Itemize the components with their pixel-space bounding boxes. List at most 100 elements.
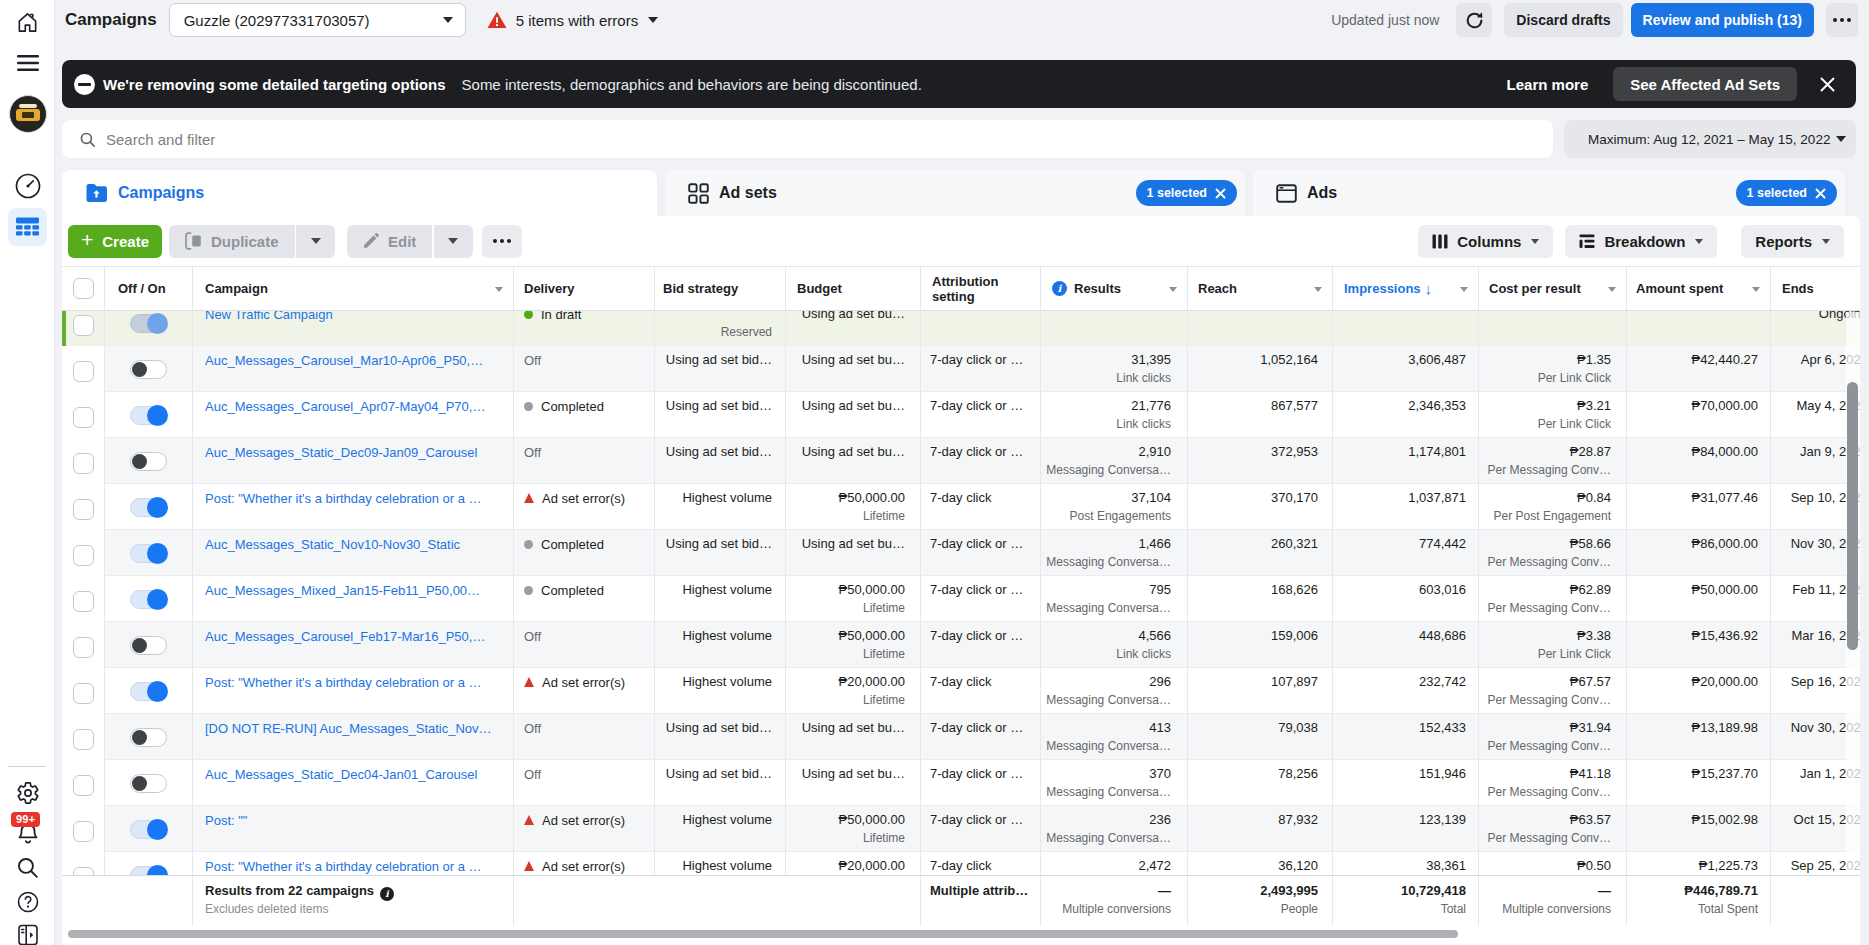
search-input[interactable] [106,131,1539,148]
info-icon[interactable]: i [1052,281,1067,296]
sort-caret-icon[interactable] [1752,287,1760,292]
campaign-toggle[interactable] [130,728,167,747]
campaigns-nav-icon[interactable] [0,213,55,240]
columns-button[interactable]: Columns [1418,225,1553,258]
campaign-link[interactable]: Post: "Whether it's a birthday celebrati… [205,490,482,508]
campaign-toggle[interactable] [130,360,167,379]
row-checkbox[interactable] [73,315,94,336]
account-selector[interactable]: Guzzle (202977331703057) [169,3,466,37]
see-affected-adsets-button[interactable]: See Affected Ad Sets [1613,67,1797,101]
reports-button[interactable]: Reports [1741,225,1844,258]
search-filter-box[interactable] [62,120,1553,158]
campaign-link[interactable]: Post: "" [205,812,247,830]
row-checkbox[interactable] [73,683,94,704]
info-icon[interactable]: i [380,887,394,901]
vertical-scrollbar-thumb[interactable] [1847,382,1858,650]
sort-caret-icon[interactable] [1460,287,1468,292]
column-header-results[interactable]: i Results [1041,267,1188,310]
ads-manager-icon[interactable] [0,172,55,200]
menu-icon[interactable] [0,52,55,74]
column-header-amount-spent[interactable]: Amount spent [1627,267,1771,310]
sort-caret-icon[interactable] [1608,287,1616,292]
clear-selection-icon[interactable] [1815,188,1826,199]
settings-gear-icon[interactable] [0,781,55,805]
tab-adsets[interactable]: Ad sets 1 selected [665,170,1245,216]
duplicate-button[interactable]: Duplicate [169,225,295,258]
sort-caret-icon[interactable] [1169,287,1177,292]
row-checkbox[interactable] [73,407,94,428]
campaign-link[interactable]: [DO NOT RE-RUN] Auc_Messages_Static_Nov… [205,720,492,738]
row-checkbox[interactable] [73,361,94,382]
campaign-toggle[interactable] [130,820,167,839]
column-header-impressions[interactable]: Impressions↓ [1333,267,1479,310]
campaign-toggle[interactable] [130,498,167,517]
row-checkbox[interactable] [73,591,94,612]
column-header-cost-per-result[interactable]: Cost per result [1479,267,1627,310]
help-icon[interactable] [0,890,55,914]
tab-campaigns[interactable]: Campaigns [62,170,657,216]
campaign-link[interactable]: Auc_Messages_Carousel_Apr07-May04_P70,… [205,398,485,416]
row-checkbox[interactable] [73,867,94,875]
column-header-off-on[interactable]: Off / On [105,267,193,310]
row-checkbox[interactable] [73,499,94,520]
adsets-selected-pill[interactable]: 1 selected [1136,180,1237,206]
campaign-toggle[interactable] [130,866,167,876]
row-checkbox[interactable] [73,821,94,842]
campaign-link[interactable]: New Traffic Campaign [205,311,333,324]
home-icon[interactable] [0,11,55,34]
duplicate-dropdown-button[interactable] [296,225,335,258]
campaign-toggle[interactable] [130,636,167,655]
campaign-link[interactable]: Auc_Messages_Static_Nov10-Nov30_Static [205,536,460,554]
row-checkbox[interactable] [73,775,94,796]
campaign-link[interactable]: Auc_Messages_Mixed_Jan15-Feb11_P50,00… [205,582,480,600]
sort-caret-icon[interactable] [495,287,503,292]
sidebar-search-icon[interactable] [0,855,55,880]
campaign-toggle[interactable] [130,406,167,425]
column-header-campaign[interactable]: Campaign [193,267,514,310]
toolbar-more-button[interactable] [482,225,522,258]
breakdown-button[interactable]: Breakdown [1565,225,1717,258]
row-checkbox[interactable] [73,637,94,658]
campaign-toggle[interactable] [130,314,167,333]
campaign-link[interactable]: Auc_Messages_Static_Dec09-Jan09_Carousel [205,444,477,462]
campaign-toggle[interactable] [130,590,167,609]
column-header-delivery[interactable]: Delivery [514,267,655,310]
campaign-link[interactable]: Auc_Messages_Carousel_Mar10-Apr06_P50,… [205,352,483,370]
more-options-button[interactable] [1826,3,1858,37]
column-header-ends[interactable]: Ends [1771,267,1860,310]
campaign-toggle[interactable] [130,774,167,793]
ads-selected-pill[interactable]: 1 selected [1736,180,1837,206]
tab-ads[interactable]: Ads 1 selected [1253,170,1845,216]
sort-caret-icon[interactable] [1314,287,1322,292]
campaign-toggle[interactable] [130,452,167,471]
column-header-attribution[interactable]: Attributionsetting [921,267,1041,310]
clear-selection-icon[interactable] [1215,188,1226,199]
campaign-link[interactable]: Post: "Whether it's a birthday celebrati… [205,674,482,692]
collapse-sidebar-icon[interactable] [0,923,55,945]
edit-button[interactable]: Edit [347,225,432,258]
review-publish-button[interactable]: Review and publish (13) [1631,3,1814,37]
row-checkbox[interactable] [73,729,94,750]
row-checkbox[interactable] [73,545,94,566]
column-header-reach[interactable]: Reach [1188,267,1333,310]
campaign-link[interactable]: Post: "Whether it's a birthday celebrati… [205,858,482,875]
create-button[interactable]: + Create [68,225,162,258]
learn-more-link[interactable]: Learn more [1507,76,1589,93]
discard-drafts-button[interactable]: Discard drafts [1504,3,1622,37]
delivery-cell: Off [514,760,655,806]
errors-dropdown[interactable]: 5 items with errors [487,11,659,29]
campaign-toggle[interactable] [130,544,167,563]
refresh-button[interactable] [1456,3,1492,37]
column-header-budget[interactable]: Budget [786,267,921,310]
select-all-checkbox[interactable] [73,278,94,299]
horizontal-scrollbar-thumb[interactable] [68,930,1458,938]
date-range-button[interactable]: Maximum: Aug 12, 2021 – May 15, 2022 [1564,120,1856,158]
row-checkbox[interactable] [73,453,94,474]
campaign-toggle[interactable] [130,682,167,701]
account-avatar[interactable] [0,95,55,133]
campaign-link[interactable]: Auc_Messages_Static_Dec04-Jan01_Carousel [205,766,477,784]
edit-dropdown-button[interactable] [434,225,473,258]
column-header-bid-strategy[interactable]: Bid strategy [655,267,786,310]
banner-close-icon[interactable] [1819,76,1836,93]
campaign-link[interactable]: Auc_Messages_Carousel_Feb17-Mar16_P50,… [205,628,485,646]
